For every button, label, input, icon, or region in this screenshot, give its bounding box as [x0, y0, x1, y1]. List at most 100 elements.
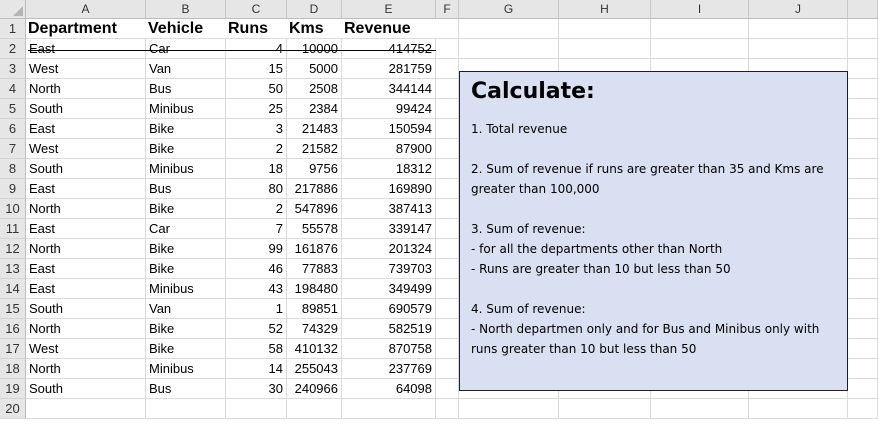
row-header-16[interactable]: 16: [0, 319, 26, 339]
cell-f5[interactable]: [436, 99, 459, 119]
cell-a4[interactable]: North: [26, 79, 146, 99]
cell-k19[interactable]: [848, 379, 878, 399]
cell-a13[interactable]: East: [26, 259, 146, 279]
cell-c1[interactable]: Runs: [226, 19, 287, 39]
cell-d11[interactable]: 55578: [287, 219, 342, 239]
cell-e12[interactable]: 201324: [342, 239, 436, 259]
cell-d8[interactable]: 9756: [287, 159, 342, 179]
cell-k17[interactable]: [848, 339, 878, 359]
cell-f10[interactable]: [436, 199, 459, 219]
column-header-h[interactable]: H: [559, 0, 651, 19]
row-header-14[interactable]: 14: [0, 279, 26, 299]
cell-e10[interactable]: 387413: [342, 199, 436, 219]
cell-j20[interactable]: [749, 399, 848, 419]
cell-k13[interactable]: [848, 259, 878, 279]
cell-a10[interactable]: North: [26, 199, 146, 219]
cell-e15[interactable]: 690579: [342, 299, 436, 319]
cell-e9[interactable]: 169890: [342, 179, 436, 199]
cell-c9[interactable]: 80: [226, 179, 287, 199]
cell-c19[interactable]: 30: [226, 379, 287, 399]
cell-d17[interactable]: 410132: [287, 339, 342, 359]
cell-d1[interactable]: Kms: [287, 19, 342, 39]
cell-b11[interactable]: Car: [146, 219, 226, 239]
cell-f17[interactable]: [436, 339, 459, 359]
cell-b14[interactable]: Minibus: [146, 279, 226, 299]
cell-d16[interactable]: 74329: [287, 319, 342, 339]
cell-a11[interactable]: East: [26, 219, 146, 239]
cell-e2[interactable]: 414752: [342, 39, 436, 59]
cell-a12[interactable]: North: [26, 239, 146, 259]
cell-a9[interactable]: East: [26, 179, 146, 199]
cell-k14[interactable]: [848, 279, 878, 299]
cell-b2[interactable]: Car: [146, 39, 226, 59]
cell-c13[interactable]: 46: [226, 259, 287, 279]
cell-a14[interactable]: East: [26, 279, 146, 299]
cell-f9[interactable]: [436, 179, 459, 199]
cell-b5[interactable]: Minibus: [146, 99, 226, 119]
column-header-d[interactable]: D: [287, 0, 342, 19]
cell-d6[interactable]: 21483: [287, 119, 342, 139]
cell-d2[interactable]: 10000: [287, 39, 342, 59]
cell-e19[interactable]: 64098: [342, 379, 436, 399]
cell-k7[interactable]: [848, 139, 878, 159]
cell-a18[interactable]: North: [26, 359, 146, 379]
cell-j1[interactable]: [749, 19, 848, 39]
cell-k18[interactable]: [848, 359, 878, 379]
cell-a16[interactable]: North: [26, 319, 146, 339]
column-header-a[interactable]: A: [26, 0, 146, 19]
cell-k11[interactable]: [848, 219, 878, 239]
cell-h2[interactable]: [559, 39, 651, 59]
cell-h1[interactable]: [559, 19, 651, 39]
cell-a7[interactable]: West: [26, 139, 146, 159]
cell-f6[interactable]: [436, 119, 459, 139]
cell-c15[interactable]: 1: [226, 299, 287, 319]
cell-c18[interactable]: 14: [226, 359, 287, 379]
cell-b16[interactable]: Bike: [146, 319, 226, 339]
column-header-b[interactable]: B: [146, 0, 226, 19]
cell-c17[interactable]: 58: [226, 339, 287, 359]
cell-b4[interactable]: Bus: [146, 79, 226, 99]
cell-c16[interactable]: 52: [226, 319, 287, 339]
row-header-19[interactable]: 19: [0, 379, 26, 399]
cell-d15[interactable]: 89851: [287, 299, 342, 319]
cell-k2[interactable]: [848, 39, 878, 59]
cell-i1[interactable]: [651, 19, 749, 39]
cell-f13[interactable]: [436, 259, 459, 279]
cell-b18[interactable]: Minibus: [146, 359, 226, 379]
column-header-c[interactable]: C: [226, 0, 287, 19]
cell-c20[interactable]: [226, 399, 287, 419]
cell-f2[interactable]: [436, 39, 459, 59]
cell-e7[interactable]: 87900: [342, 139, 436, 159]
column-header-g[interactable]: G: [459, 0, 559, 19]
cell-b19[interactable]: Bus: [146, 379, 226, 399]
cell-d19[interactable]: 240966: [287, 379, 342, 399]
cell-e16[interactable]: 582519: [342, 319, 436, 339]
column-header-e[interactable]: E: [342, 0, 436, 19]
row-header-6[interactable]: 6: [0, 119, 26, 139]
spreadsheet-grid[interactable]: ABCDEFGHIJ 1 2 3 4 5 6 7 8 9 10 11 12 13 14 15 16 17 18 19…: [0, 0, 878, 432]
cell-b7[interactable]: Bike: [146, 139, 226, 159]
cell-a1[interactable]: Department: [26, 19, 146, 39]
row-header-12[interactable]: 12: [0, 239, 26, 259]
cell-k15[interactable]: [848, 299, 878, 319]
cell-e13[interactable]: 739703: [342, 259, 436, 279]
cell-e5[interactable]: 99424: [342, 99, 436, 119]
cell-b15[interactable]: Van: [146, 299, 226, 319]
row-header-9[interactable]: 9: [0, 179, 26, 199]
cell-d3[interactable]: 5000: [287, 59, 342, 79]
cell-k6[interactable]: [848, 119, 878, 139]
cell-b17[interactable]: Bike: [146, 339, 226, 359]
row-header-10[interactable]: 10: [0, 199, 26, 219]
row-header-7[interactable]: 7: [0, 139, 26, 159]
cell-a20[interactable]: [26, 399, 146, 419]
cell-d5[interactable]: 2384: [287, 99, 342, 119]
cell-f8[interactable]: [436, 159, 459, 179]
cell-d13[interactable]: 77883: [287, 259, 342, 279]
cell-k3[interactable]: [848, 59, 878, 79]
cell-a3[interactable]: West: [26, 59, 146, 79]
cell-c6[interactable]: 3: [226, 119, 287, 139]
cell-b12[interactable]: Bike: [146, 239, 226, 259]
cell-k4[interactable]: [848, 79, 878, 99]
column-header-f[interactable]: F: [436, 0, 459, 19]
cell-b20[interactable]: [146, 399, 226, 419]
